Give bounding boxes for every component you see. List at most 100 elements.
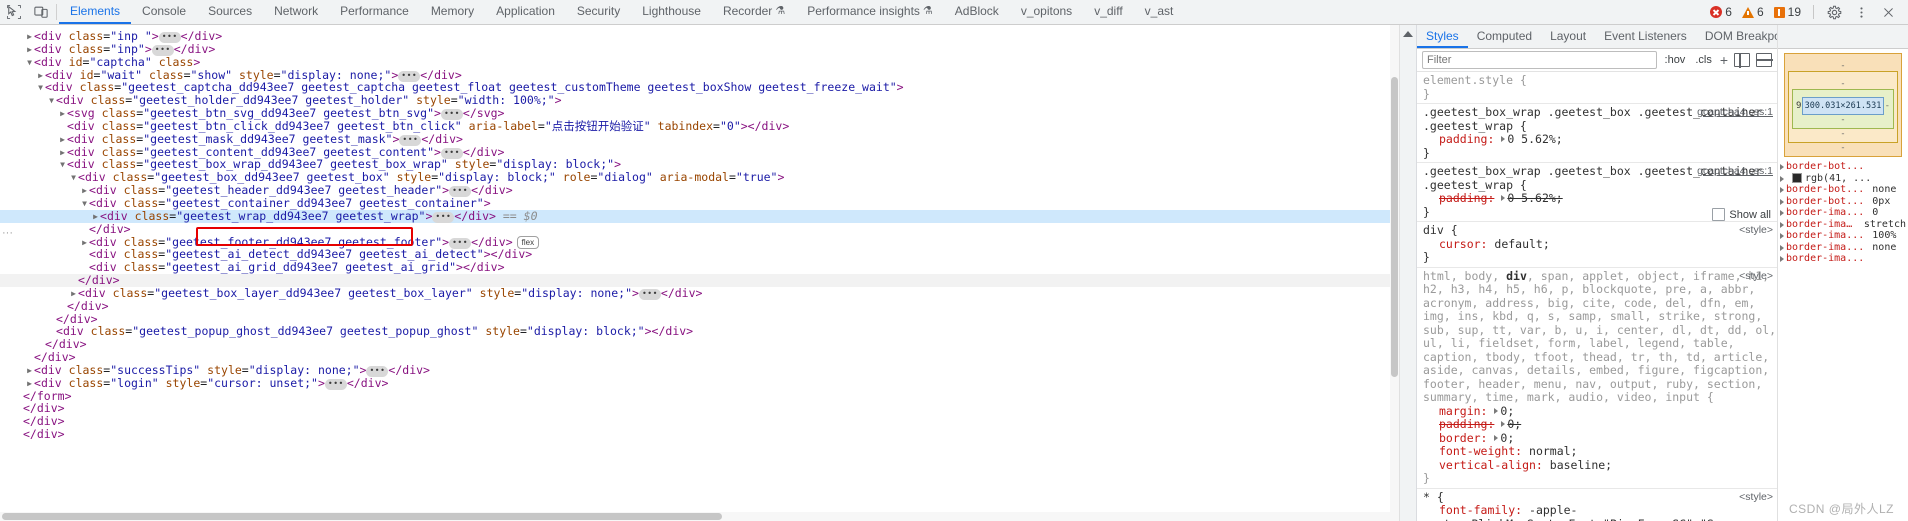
computed-properties-list[interactable]: border-bot... rgb(41, ... border-bot... non… (1778, 159, 1908, 521)
css-selector[interactable]: * { (1423, 490, 1777, 505)
kebab-menu-icon[interactable] (1848, 6, 1875, 19)
css-property-value[interactable]: baseline; (1543, 458, 1612, 472)
dom-node[interactable]: </div> (0, 299, 1399, 313)
css-property-value[interactable]: 0; (1500, 431, 1514, 445)
triangle-right-icon[interactable] (1780, 198, 1784, 205)
css-property-name[interactable]: vertical-align: (1423, 458, 1543, 473)
computed-property-row[interactable]: border-ima... 0 (1778, 207, 1908, 219)
css-rule[interactable]: <style>* {font-family: -apple-system,Bli… (1417, 489, 1777, 521)
cls-button[interactable]: .cls (1693, 54, 1714, 66)
dom-tree-pane[interactable]: ··· ▶ <div class="inp "> ••• </div> ▶ <div cl… (0, 25, 1400, 521)
expand-shorthand-icon[interactable] (1501, 195, 1506, 201)
triangle-right-icon[interactable] (1780, 187, 1784, 193)
tab-performance[interactable]: Performance (329, 0, 420, 24)
inspect-cursor-icon[interactable] (0, 0, 27, 24)
warning-counter[interactable]: 6 (1737, 5, 1769, 19)
computed-property-row[interactable]: border-ima... (1778, 253, 1908, 265)
tab-elements[interactable]: Elements (59, 0, 132, 24)
computed-sidebar-icon[interactable] (1755, 53, 1773, 67)
tab-v-diff[interactable]: v_diff (1083, 0, 1133, 24)
expand-shorthand-icon[interactable] (1501, 421, 1506, 427)
computed-property-row[interactable]: rgb(41, ... (1778, 173, 1908, 185)
css-rule[interactable]: gcaptcha4.css:1 .geetest_box_wrap .geetes… (1417, 104, 1777, 163)
css-property-value[interactable]: 0 5.62%; (1507, 191, 1562, 205)
css-property-name[interactable]: padding: (1423, 417, 1494, 432)
dom-horizontal-scroll-thumb[interactable] (2, 513, 722, 520)
dom-node[interactable]: ▶ <div class="login" style="cursor: unset… (0, 376, 1399, 390)
css-declaration[interactable]: padding: 0 5.62%; (1423, 191, 1777, 206)
css-rules-list[interactable]: element.style {} gcaptcha4.css:1 .geetest_… (1417, 72, 1777, 521)
computed-property-row[interactable]: border-bot... (1778, 161, 1908, 173)
css-property-name[interactable]: margin: (1423, 404, 1487, 419)
tab-network[interactable]: Network (263, 0, 329, 24)
dom-node[interactable]: </form> (0, 389, 1399, 403)
tab-performance-insights[interactable]: Performance insights ⚗ (796, 0, 944, 24)
dom-vertical-scrollbar[interactable] (1390, 25, 1399, 521)
css-property-value[interactable]: 0; (1500, 404, 1514, 418)
tab-console[interactable]: Console (131, 0, 197, 24)
dom-node[interactable]: <div class="geetest_ai_grid_dd943ee7 gee… (0, 261, 1399, 274)
css-declaration[interactable]: cursor: default; (1423, 237, 1777, 252)
tab-v-ast[interactable]: v_ast (1134, 0, 1185, 24)
css-property-value[interactable]: 0; (1507, 417, 1521, 431)
css-rule-source-link[interactable]: <style> (1739, 224, 1773, 238)
box-model-content[interactable]: 300.031×261.531 (1801, 97, 1885, 115)
computed-property-row[interactable]: border-bot... none (1778, 184, 1908, 196)
hov-button[interactable]: :hov (1663, 54, 1688, 66)
expand-shorthand-icon[interactable] (1501, 136, 1506, 142)
css-declaration[interactable]: font-family: -apple-system,BlinkMacSyste… (1423, 503, 1777, 521)
toggle-element-state-icon[interactable] (1734, 52, 1750, 68)
triangle-right-icon[interactable] (1780, 175, 1784, 182)
tab-recorder[interactable]: Recorder ⚗ (712, 0, 796, 24)
dom-node[interactable]: <div class="geetest_popup_ghost_dd943ee7… (0, 325, 1399, 338)
css-property-name[interactable]: font-family: (1423, 503, 1522, 518)
computed-property-row[interactable]: border-ima... stretch (1778, 219, 1908, 231)
device-toolbar-icon[interactable] (27, 0, 54, 24)
css-rule[interactable]: <style> html, body, div, span, applet, ob… (1417, 268, 1777, 489)
tab-memory[interactable]: Memory (420, 0, 485, 24)
dom-node[interactable]: ▶ <div class="inp"> ••• </div> (0, 42, 1399, 56)
color-swatch-icon[interactable] (1792, 173, 1802, 184)
tab-security[interactable]: Security (566, 0, 631, 24)
gear-icon[interactable] (1821, 5, 1848, 20)
tab-application[interactable]: Application (485, 0, 566, 24)
css-rule-source-link[interactable]: <style> (1739, 491, 1773, 505)
css-rule[interactable]: <style> div {cursor: default;} (1417, 222, 1777, 268)
computed-property-row[interactable]: border-ima... none (1778, 242, 1908, 254)
dom-node[interactable]: </div> (0, 402, 1399, 415)
sidebar-tab-event-listeners[interactable]: Event Listeners (1595, 25, 1696, 48)
triangle-right-icon[interactable] (1780, 233, 1784, 239)
css-property-name[interactable]: padding: (1423, 191, 1494, 206)
css-declaration[interactable]: border: 0; (1423, 431, 1777, 446)
box-model-border[interactable]: - 9 300.031×261.531 - - - (1788, 71, 1898, 143)
tab-lighthouse[interactable]: Lighthouse (631, 0, 712, 24)
triangle-right-icon[interactable] (1780, 244, 1784, 251)
css-rule[interactable]: element.style {} (1417, 72, 1777, 104)
css-selector-continued[interactable]: .geetest_wrap { (1423, 119, 1777, 134)
css-declaration[interactable]: margin: 0; (1423, 404, 1777, 419)
css-rule-source-link[interactable]: <style> (1739, 270, 1773, 284)
show-all-checkbox[interactable] (1712, 208, 1726, 221)
new-style-rule-button[interactable]: + (1720, 53, 1728, 67)
sidebar-tab-styles[interactable]: Styles (1417, 25, 1468, 48)
chevron-up-icon[interactable] (1403, 31, 1413, 37)
box-model-margin[interactable]: - - 9 300.031×261.531 - - - - (1784, 53, 1902, 157)
dom-node[interactable]: </div> (0, 428, 1399, 441)
css-rule-source-link[interactable]: gcaptcha4.css:1 (1697, 165, 1773, 179)
dom-node-selected[interactable]: ▶ <div class="geetest_wrap_dd943ee7 geete… (0, 209, 1399, 223)
css-property-name[interactable]: font-weight: (1423, 444, 1522, 459)
computed-property-row[interactable]: border-ima... 100% (1778, 230, 1908, 242)
dom-horizontal-scrollbar[interactable] (0, 512, 1399, 521)
css-property-name[interactable]: cursor: (1423, 237, 1487, 252)
dom-node[interactable]: ▶ <div class="geetest_box_layer_dd943ee7 … (0, 286, 1399, 300)
css-selector[interactable]: div { (1423, 223, 1777, 238)
tab-v-opitons[interactable]: v_opitons (1010, 0, 1083, 24)
sidebar-collapse-column[interactable] (1400, 25, 1417, 521)
css-property-value[interactable]: normal; (1522, 444, 1577, 458)
css-declaration[interactable]: font-weight: normal; (1423, 444, 1777, 459)
tab-sources[interactable]: Sources (197, 0, 263, 24)
sidebar-tab-computed[interactable]: Computed (1468, 25, 1541, 48)
sidebar-tab-dom-breakpoints[interactable]: DOM Breakpoints (1696, 25, 1777, 48)
css-declaration[interactable]: padding: 0 5.62%; (1423, 132, 1777, 147)
close-icon[interactable] (1875, 6, 1902, 19)
